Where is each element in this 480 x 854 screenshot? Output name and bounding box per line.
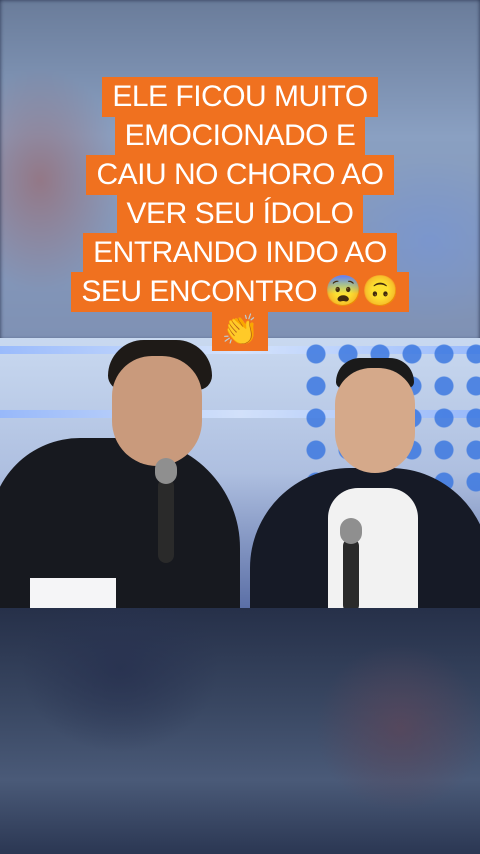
caption-line: ELE FICOU MUITO bbox=[102, 77, 378, 117]
host-microphone-head bbox=[155, 458, 177, 484]
guest-shirt bbox=[328, 488, 418, 608]
caption-line: VER SEU ÍDOLO bbox=[116, 194, 364, 234]
guest-microphone bbox=[343, 538, 359, 608]
caption-line: EMOCIONADO E bbox=[114, 116, 366, 156]
guest-microphone-head bbox=[340, 518, 362, 544]
caption-line: SEU ENCONTRO 😨🙃 bbox=[71, 272, 409, 312]
caption-line: ENTRANDO INDO AO bbox=[83, 233, 397, 273]
caption-line: CAIU NO CHORO AO bbox=[86, 155, 394, 195]
host-microphone bbox=[158, 478, 174, 563]
tv-channel-logo bbox=[30, 578, 116, 608]
caption-line-emoji: 👏 bbox=[211, 311, 269, 351]
host-face bbox=[112, 356, 202, 466]
caption-overlay: ELE FICOU MUITO EMOCIONADO E CAIU NO CHO… bbox=[40, 77, 440, 351]
blurred-background-bottom bbox=[0, 608, 480, 854]
video-frame[interactable] bbox=[0, 338, 480, 608]
guest-face bbox=[335, 368, 415, 473]
